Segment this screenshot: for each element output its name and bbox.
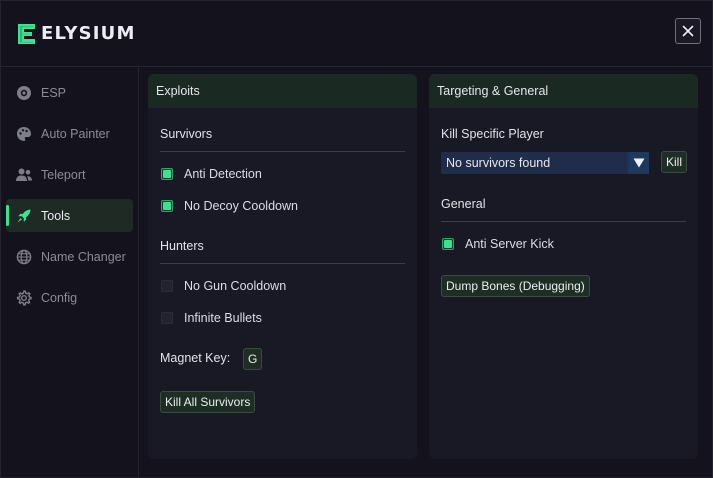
sidebar-item-label: ESP bbox=[41, 85, 67, 100]
player-select-value: No survivors found bbox=[446, 156, 551, 170]
sidebar-item-auto-painter[interactable]: Auto Painter bbox=[6, 117, 133, 150]
anti-detection-label: Anti Detection bbox=[184, 167, 262, 181]
exploits-panel-title: Exploits bbox=[148, 74, 417, 108]
kill-specific-player-title: Kill Specific Player bbox=[441, 127, 544, 141]
app-window: ELYSIUM ESP Auto Painter Teleport Tools … bbox=[0, 0, 713, 478]
dump-bones-button[interactable]: Dump Bones (Debugging) bbox=[441, 275, 590, 297]
general-divider bbox=[441, 221, 686, 222]
checkbox-box[interactable] bbox=[161, 280, 173, 292]
hunters-divider bbox=[160, 263, 405, 264]
no-gun-cooldown-checkbox[interactable]: No Gun Cooldown bbox=[161, 279, 286, 293]
users-icon bbox=[15, 166, 33, 184]
survivors-section-title: Survivors bbox=[160, 127, 213, 141]
logo-e-icon bbox=[18, 24, 35, 44]
sidebar-item-label: Config bbox=[41, 290, 78, 305]
survivors-divider bbox=[160, 151, 405, 152]
sidebar-item-name-changer[interactable]: Name Changer bbox=[6, 240, 133, 273]
globe-icon bbox=[15, 248, 33, 266]
no-decoy-cooldown-checkbox[interactable]: No Decoy Cooldown bbox=[161, 199, 298, 213]
header: ELYSIUM bbox=[1, 1, 713, 67]
dropdown-arrow-icon[interactable] bbox=[628, 152, 649, 174]
palette-icon bbox=[15, 125, 33, 143]
checkbox-box[interactable] bbox=[442, 238, 454, 250]
checkbox-box[interactable] bbox=[161, 200, 173, 212]
infinite-bullets-checkbox[interactable]: Infinite Bullets bbox=[161, 311, 262, 325]
targeting-panel-title: Targeting & General bbox=[429, 74, 698, 108]
checkbox-box[interactable] bbox=[161, 312, 173, 324]
anti-server-kick-label: Anti Server Kick bbox=[465, 237, 554, 251]
sidebar-item-label: Name Changer bbox=[41, 249, 126, 264]
sidebar-item-config[interactable]: Config bbox=[6, 281, 133, 314]
hunters-section-title: Hunters bbox=[160, 239, 204, 253]
gear-icon bbox=[15, 289, 33, 307]
close-icon bbox=[682, 25, 694, 37]
app-title: ELYSIUM bbox=[41, 23, 136, 44]
magnet-key-label: Magnet Key: bbox=[160, 351, 231, 365]
general-section-title: General bbox=[441, 197, 486, 211]
sidebar-item-tools[interactable]: Tools bbox=[6, 199, 133, 232]
exploits-panel: Exploits Survivors Anti Detection No Dec… bbox=[148, 74, 417, 459]
sidebar: ESP Auto Painter Teleport Tools Name Cha… bbox=[1, 68, 139, 478]
infinite-bullets-label: Infinite Bullets bbox=[184, 311, 262, 325]
rocket-icon bbox=[15, 207, 33, 225]
checkbox-box[interactable] bbox=[161, 168, 173, 180]
sidebar-item-teleport[interactable]: Teleport bbox=[6, 158, 133, 191]
no-gun-cooldown-label: No Gun Cooldown bbox=[184, 279, 287, 293]
magnet-key-button[interactable]: G bbox=[243, 348, 263, 370]
kill-all-survivors-button[interactable]: Kill All Survivors bbox=[160, 391, 256, 413]
sidebar-item-esp[interactable]: ESP bbox=[6, 76, 133, 109]
anti-server-kick-checkbox[interactable]: Anti Server Kick bbox=[442, 237, 554, 251]
anti-detection-checkbox[interactable]: Anti Detection bbox=[161, 167, 262, 181]
close-button[interactable] bbox=[675, 18, 701, 44]
player-select-dropdown[interactable]: No survivors found bbox=[441, 152, 649, 174]
kill-player-button[interactable]: Kill bbox=[661, 151, 688, 173]
sidebar-item-label: Tools bbox=[41, 208, 71, 223]
eye-icon bbox=[15, 84, 33, 102]
no-decoy-cooldown-label: No Decoy Cooldown bbox=[184, 199, 298, 213]
targeting-panel: Targeting & General Kill Specific Player… bbox=[429, 74, 698, 459]
sidebar-item-label: Auto Painter bbox=[41, 126, 110, 141]
sidebar-item-label: Teleport bbox=[41, 167, 86, 182]
logo: ELYSIUM bbox=[15, 22, 136, 46]
